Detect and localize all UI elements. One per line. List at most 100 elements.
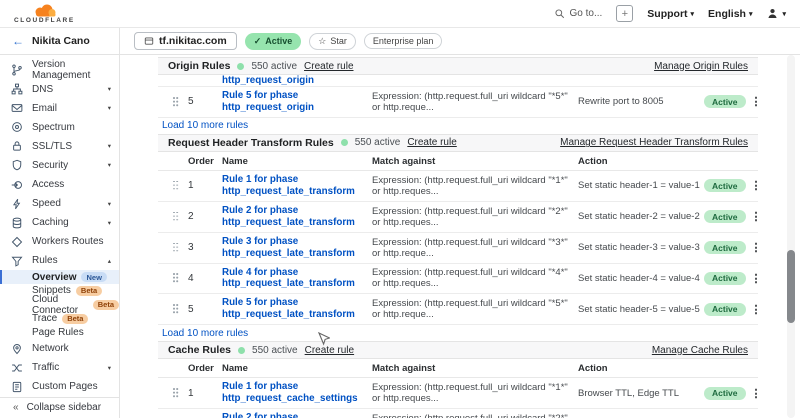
status-badge: Active — [704, 387, 746, 400]
sidebar-item-speed[interactable]: Speed ▾ — [0, 194, 119, 213]
sidebar-item-version-management[interactable]: Version Management — [0, 60, 119, 80]
column-order: Order — [188, 156, 222, 167]
shield-icon — [11, 159, 24, 172]
create-rule-link[interactable]: Create rule — [407, 137, 456, 148]
drag-handle-icon[interactable] — [173, 97, 179, 107]
domain-selector[interactable]: tf.nikitac.com — [134, 32, 237, 50]
account-name: Nikita Cano — [32, 35, 90, 47]
sidebar-item-access[interactable]: Access — [0, 175, 119, 194]
column-match: Match against — [372, 156, 578, 167]
table-row-partial: http_request_origin — [158, 75, 758, 87]
language-menu[interactable]: English ▾ — [708, 8, 752, 20]
funnel-icon — [11, 254, 24, 267]
rule-match: Expression: (http.request.full_uri wildc… — [372, 413, 578, 418]
scrollbar-track[interactable] — [787, 55, 795, 418]
sidebar-item-rules[interactable]: Rules ▴ — [0, 251, 119, 270]
lightning-icon — [11, 197, 24, 210]
kebab-menu-icon[interactable]: ⋮ — [751, 210, 762, 223]
drag-handle-icon[interactable] — [173, 388, 179, 398]
rule-order: 1 — [188, 180, 222, 191]
sidebar-item-workers-routes[interactable]: Workers Routes — [0, 232, 119, 251]
kebab-menu-icon[interactable]: ⋮ — [751, 241, 762, 254]
active-dot-icon — [341, 139, 348, 146]
drag-handle-icon[interactable] — [173, 304, 179, 314]
rule-name[interactable]: Rule 2 for phase http_request_cache_sett… — [222, 412, 372, 418]
sidebar-item-label: Page Rules — [32, 327, 84, 338]
active-dot-icon — [237, 63, 244, 70]
rule-name[interactable]: Rule 2 for phase http_request_late_trans… — [222, 205, 372, 229]
plus-icon: + — [622, 8, 628, 20]
access-icon — [11, 178, 24, 191]
kebab-menu-icon[interactable]: ⋮ — [751, 179, 762, 192]
rule-name[interactable]: Rule 5 for phase http_request_origin — [222, 90, 372, 114]
sidebar-item-page-rules[interactable]: Page Rules — [0, 326, 119, 340]
spectrum-icon — [11, 121, 24, 134]
scrollbar-thumb[interactable] — [787, 250, 795, 323]
sidebar-item-overview[interactable]: Overview New — [0, 270, 119, 284]
table-row: 5 Rule 5 for phase http_request_late_tra… — [158, 294, 758, 325]
sidebar: Version Management DNS ▾ Email ▾ Spectru… — [0, 55, 120, 418]
chevron-down-icon: ▾ — [108, 200, 111, 208]
sidebar-item-cloud-connector[interactable]: Cloud Connector Beta — [0, 298, 119, 312]
manage-transform-rules-link[interactable]: Manage Request Header Transform Rules — [560, 137, 748, 148]
manage-origin-rules-link[interactable]: Manage Origin Rules — [654, 61, 748, 72]
table-row: 4 Rule 4 for phase http_request_late_tra… — [158, 264, 758, 295]
cloudflare-cloud-icon — [29, 4, 59, 17]
sidebar-item-ssl-tls[interactable]: SSL/TLS ▾ — [0, 137, 119, 156]
sidebar-item-custom-pages[interactable]: Custom Pages — [0, 377, 119, 396]
drag-handle-icon[interactable] — [173, 243, 179, 253]
chevron-down-icon: ▾ — [108, 161, 111, 169]
back-icon[interactable]: ← — [12, 34, 24, 48]
load-more-transform-link[interactable]: Load 10 more rules — [158, 325, 758, 341]
table-column-headers: Order Name Match against Action — [158, 359, 758, 378]
sidebar-item-trace[interactable]: Trace Beta — [0, 312, 119, 326]
create-rule-link[interactable]: Create rule — [304, 61, 353, 72]
rule-name[interactable]: http_request_origin — [158, 75, 758, 87]
drag-handle-icon[interactable] — [173, 273, 179, 283]
status-badge: Active — [704, 210, 746, 223]
support-label: Support — [647, 8, 687, 20]
cloudflare-logo[interactable]: CLOUDFLARE — [14, 4, 75, 25]
column-name: Name — [222, 363, 372, 374]
load-more-origin-link[interactable]: Load 10 more rules — [158, 118, 758, 134]
sidebar-item-email[interactable]: Email ▾ — [0, 99, 119, 118]
sidebar-item-network[interactable]: Network — [0, 339, 119, 358]
page-icon — [11, 380, 24, 393]
sidebar-item-security[interactable]: Security ▾ — [0, 156, 119, 175]
sidebar-item-spectrum[interactable]: Spectrum — [0, 118, 119, 137]
column-action: Action — [578, 156, 704, 167]
star-button[interactable]: ☆ Star — [309, 33, 356, 50]
kebab-menu-icon[interactable]: ⋮ — [751, 272, 762, 285]
rule-name[interactable]: Rule 1 for phase http_request_late_trans… — [222, 174, 372, 198]
table-row: 2 Rule 2 for phase http_request_cache_se… — [158, 409, 758, 418]
column-name: Name — [222, 156, 372, 167]
rule-name[interactable]: Rule 5 for phase http_request_late_trans… — [222, 297, 372, 321]
support-menu[interactable]: Support ▾ — [647, 8, 694, 20]
kebab-menu-icon[interactable]: ⋮ — [751, 387, 762, 400]
drag-handle-icon[interactable] — [173, 212, 179, 222]
rule-match: Expression: (http.request.full_uri wildc… — [372, 382, 578, 404]
sidebar-item-dns[interactable]: DNS ▾ — [0, 80, 119, 99]
goto-search[interactable]: Go to... — [554, 8, 602, 19]
chevron-down-icon: ▾ — [749, 10, 753, 18]
manage-cache-rules-link[interactable]: Manage Cache Rules — [652, 345, 748, 356]
beta-badge: Beta — [93, 300, 119, 310]
rule-name[interactable]: Rule 4 for phase http_request_late_trans… — [222, 267, 372, 291]
drag-handle-icon[interactable] — [173, 181, 179, 191]
kebab-menu-icon[interactable]: ⋮ — [751, 303, 762, 316]
sidebar-item-label: Network — [32, 343, 69, 354]
rule-name[interactable]: Rule 1 for phase http_request_cache_sett… — [222, 381, 372, 405]
add-button[interactable]: + — [616, 5, 633, 22]
rule-match: Expression: (http.request.full_uri wildc… — [372, 298, 578, 320]
mouse-cursor — [317, 332, 330, 352]
rule-name[interactable]: Rule 3 for phase http_request_late_trans… — [222, 236, 372, 260]
collapse-sidebar-button[interactable]: « Collapse sidebar — [0, 397, 119, 418]
sidebar-item-traffic[interactable]: Traffic ▾ — [0, 358, 119, 377]
plan-badge: Enterprise plan — [364, 33, 443, 49]
sidebar-item-caching[interactable]: Caching ▾ — [0, 213, 119, 232]
sidebar-item-label: Workers Routes — [32, 236, 104, 247]
user-menu[interactable]: ▾ — [766, 7, 786, 20]
chevron-down-icon: ▾ — [108, 104, 111, 112]
collapse-label: Collapse sidebar — [27, 402, 102, 413]
kebab-menu-icon[interactable]: ⋮ — [751, 95, 762, 108]
